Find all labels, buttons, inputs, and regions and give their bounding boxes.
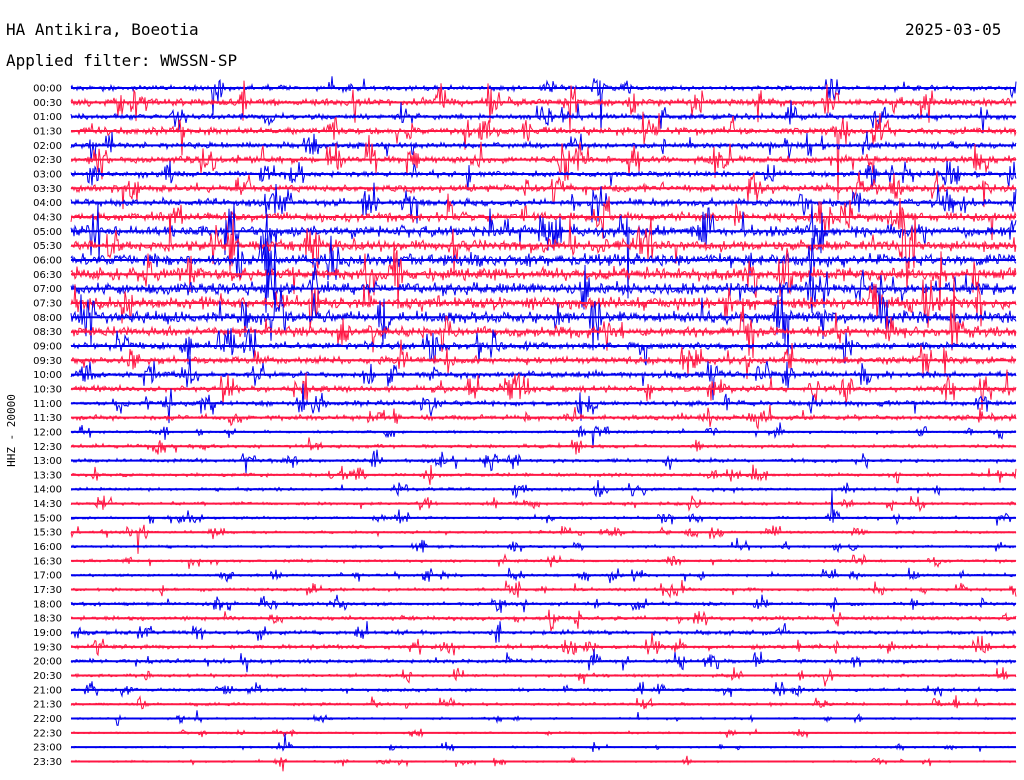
row-time-label: 15:00	[33, 513, 62, 524]
row-time-label: 01:30	[33, 126, 62, 137]
row-time-label: 21:30	[33, 700, 62, 711]
seismic-trace	[70, 609, 1017, 632]
row-time-label: 23:30	[33, 757, 62, 768]
row-time-label: 04:00	[33, 198, 62, 209]
row-time-label: 18:30	[33, 614, 62, 625]
seismic-trace	[70, 667, 1017, 687]
row-time-label: 10:30	[33, 384, 62, 395]
row-time-label: 11:30	[33, 413, 62, 424]
seismic-trace	[70, 695, 1017, 710]
row-time-label: 05:00	[33, 227, 62, 238]
row-time-label: 16:30	[33, 556, 62, 567]
row-time-label: 04:30	[33, 212, 62, 223]
row-time-label: 23:00	[33, 743, 62, 754]
seismic-trace	[70, 355, 1017, 401]
seismic-trace	[70, 489, 1017, 526]
row-time-label: 13:00	[33, 456, 62, 467]
row-time-label: 20:30	[33, 671, 62, 682]
row-time-label: 17:00	[33, 571, 62, 582]
row-time-label: 09:30	[33, 356, 62, 367]
row-time-label: 10:00	[33, 370, 62, 381]
row-time-label: 12:30	[33, 442, 62, 453]
row-time-label: 03:00	[33, 169, 62, 180]
row-time-label: 19:30	[33, 642, 62, 653]
row-time-label: 22:00	[33, 714, 62, 725]
seismic-trace	[70, 537, 1017, 554]
row-time-label: 12:00	[33, 427, 62, 438]
row-time-label: 17:30	[33, 585, 62, 596]
seismic-trace	[70, 524, 1017, 554]
row-time-label: 00:30	[33, 98, 62, 109]
row-time-label: 20:00	[33, 657, 62, 668]
row-time-label: 05:30	[33, 241, 62, 252]
row-time-label: 07:30	[33, 298, 62, 309]
row-time-label: 06:30	[33, 270, 62, 281]
row-time-label: 14:00	[33, 485, 62, 496]
row-time-label: 13:30	[33, 470, 62, 481]
row-time-label: 09:00	[33, 341, 62, 352]
row-time-label: 02:30	[33, 155, 62, 166]
row-time-label: 11:00	[33, 399, 62, 410]
row-time-label: 08:30	[33, 327, 62, 338]
row-time-label: 19:00	[33, 628, 62, 639]
seismic-trace	[70, 553, 1017, 569]
helicorder-plot: 00:00 00:30 01:00 01:30 02:00 02:30 03:00 03:30…	[33, 76, 1017, 772]
row-time-label: 01:00	[33, 112, 62, 123]
row-time-label: 08:00	[33, 313, 62, 324]
row-time-label: 16:00	[33, 542, 62, 553]
row-time-label: 18:00	[33, 599, 62, 610]
row-time-label: 22:30	[33, 728, 62, 739]
seismic-trace	[70, 633, 1017, 657]
row-time-label: 00:00	[33, 84, 62, 95]
row-time-label: 06:00	[33, 255, 62, 266]
row-time-label: 07:00	[33, 284, 62, 295]
seismic-trace	[70, 755, 1017, 772]
seismic-trace	[70, 733, 1017, 753]
row-time-label: 21:00	[33, 685, 62, 696]
row-time-label: 15:30	[33, 528, 62, 539]
row-time-label: 14:30	[33, 499, 62, 510]
row-time-label: 02:00	[33, 141, 62, 152]
row-time-label: 03:30	[33, 184, 62, 195]
